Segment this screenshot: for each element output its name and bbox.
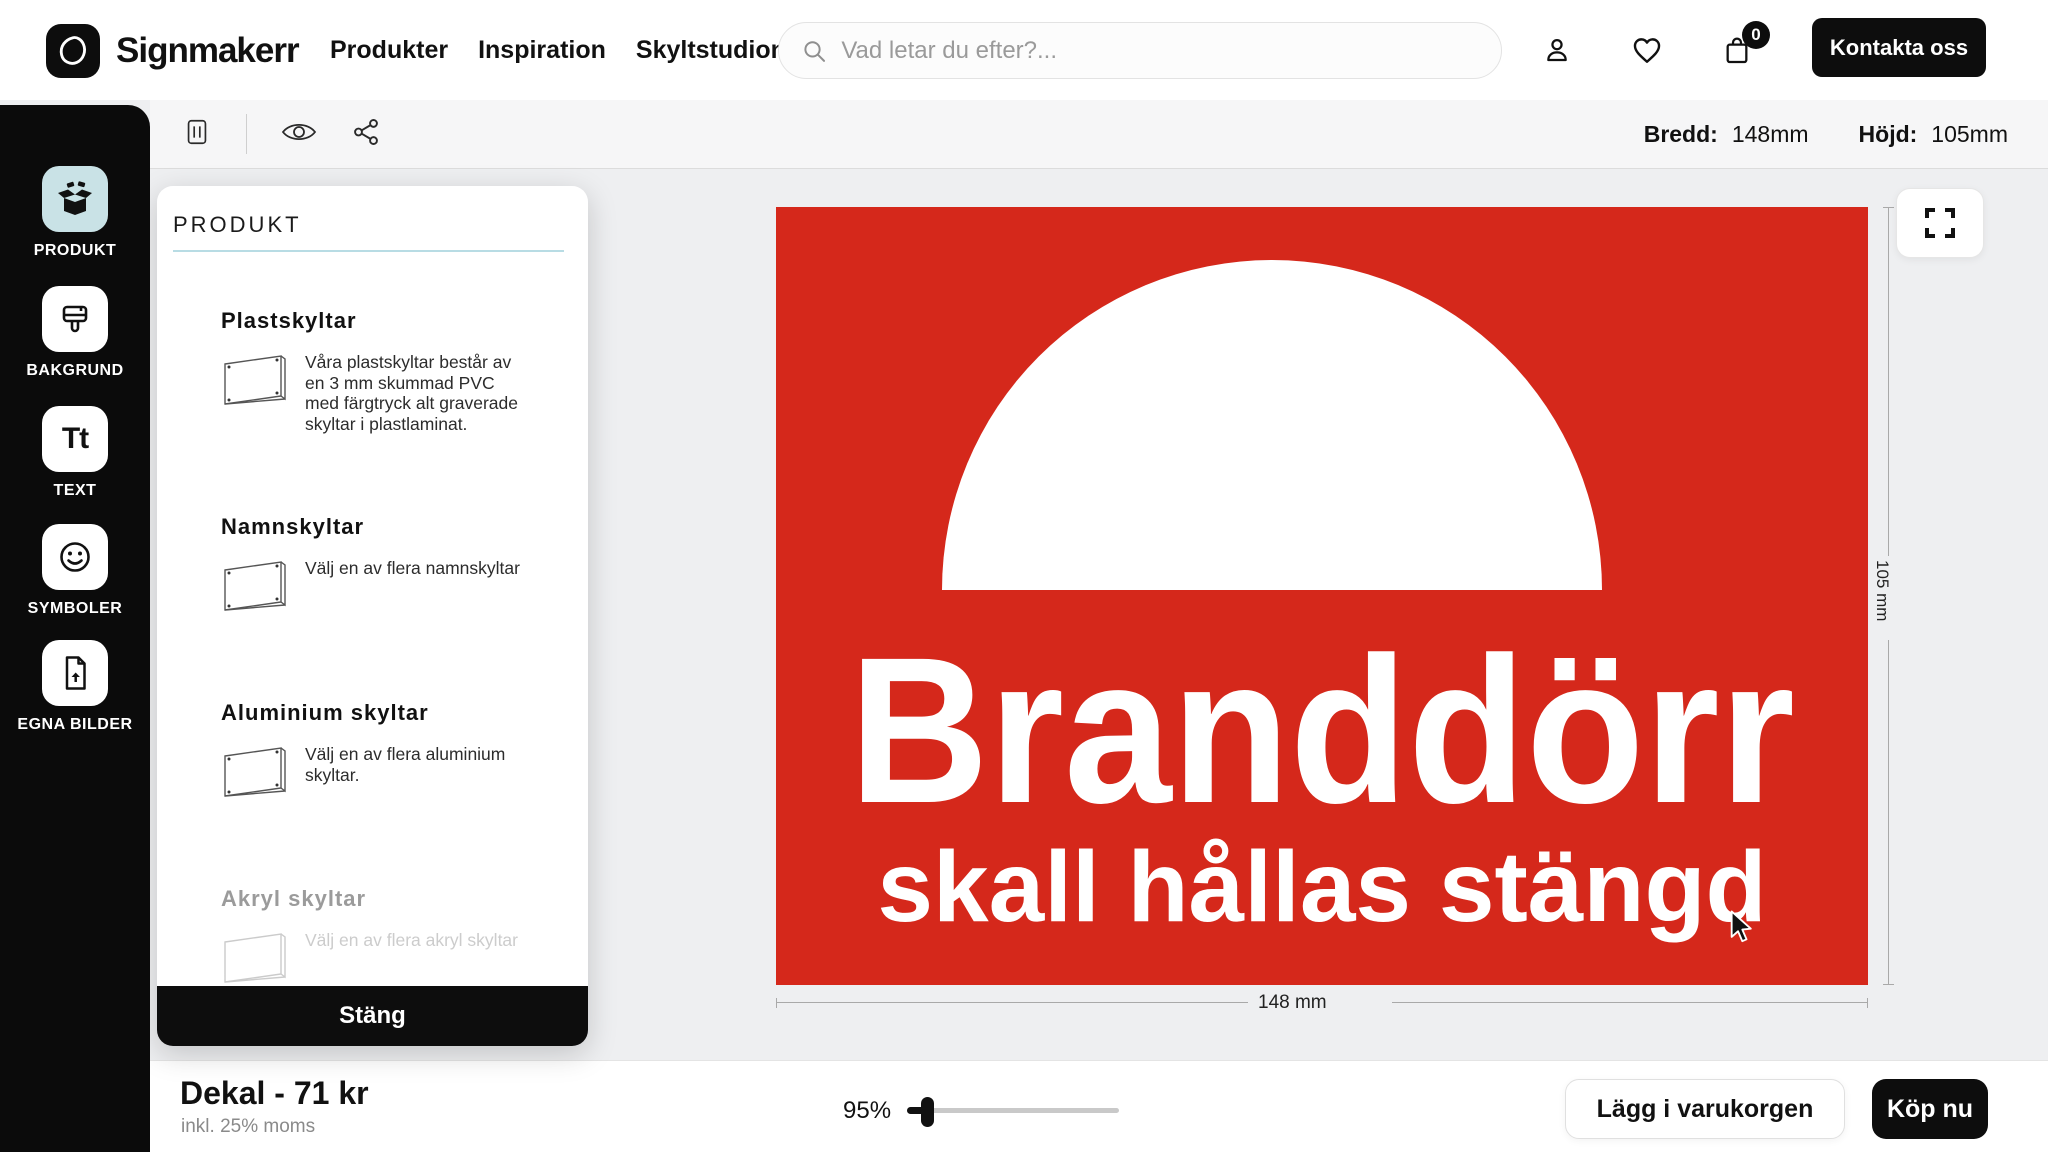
product-option-description: Våra plastskyltar består av en 3 mm skum… <box>305 352 527 434</box>
signmaker-editor: Signmakerr Produkter Inspiration Skyltst… <box>0 0 2048 1152</box>
nav-item-produkter[interactable]: Produkter <box>330 36 448 65</box>
dim-width-label: 148 mm <box>1258 992 1327 1014</box>
paintbrush-icon <box>55 299 95 339</box>
sign-text-line1[interactable]: Branddörr <box>814 627 1830 835</box>
bottom-bar: Dekal - 71 kr inkl. 25% moms 95% Lägg i … <box>0 1060 2048 1152</box>
canvas-toolbar: Bredd: 148mm Höjd: 105mm <box>150 100 2048 169</box>
dim-line-horizontal <box>777 1002 1248 1003</box>
fullscreen-button[interactable] <box>1896 188 1984 258</box>
product-panel-body: PRODUKT Plastskyltar Våra plastskyltar b… <box>157 186 588 986</box>
sign-thumbnail-icon <box>221 930 289 986</box>
product-option-description: Välj en av flera namnskyltar <box>305 558 527 579</box>
nav-item-inspiration[interactable]: Inspiration <box>478 36 606 65</box>
box-open-icon <box>55 179 95 219</box>
product-price-title: Dekal - 71 kr <box>180 1075 369 1112</box>
height-label: Höjd: <box>1859 121 1918 148</box>
width-value: 148mm <box>1732 121 1809 148</box>
vat-note: inkl. 25% moms <box>181 1116 315 1138</box>
zoom-percentage: 95% <box>843 1097 891 1125</box>
sidebar-item-symboler[interactable]: SYMBOLER <box>0 524 150 618</box>
account-button[interactable] <box>1540 33 1574 67</box>
product-option-name: Akryl skyltar <box>221 886 564 912</box>
logo-blob-icon <box>54 32 92 70</box>
cart-count-badge: 0 <box>1742 21 1770 49</box>
sign-thumbnail-icon <box>221 744 289 806</box>
width-label: Bredd: <box>1644 121 1718 148</box>
heart-icon <box>1630 33 1664 67</box>
dim-tick <box>776 998 777 1008</box>
sidebar-item-text[interactable]: Tt TEXT <box>0 406 150 500</box>
toolbar-divider <box>246 114 247 154</box>
sidebar-item-label: PRODUKT <box>34 242 117 260</box>
product-option-aluminium-skyltar[interactable]: Aluminium skyltar Välj en av flera alumi… <box>221 700 564 806</box>
text-icon: Tt <box>62 422 88 456</box>
sidebar-item-label: SYMBOLER <box>28 600 123 618</box>
product-option-namnskyltar[interactable]: Namnskyltar Välj en av flera namnskyltar <box>221 514 564 620</box>
favorites-button[interactable] <box>1630 33 1664 67</box>
search-input[interactable] <box>841 37 1479 65</box>
product-option-description: Välj en av flera aluminium skyltar. <box>305 744 527 785</box>
cursor-arrow-icon <box>1728 910 1758 944</box>
sidebar-item-egna-bilder[interactable]: EGNA BILDER <box>0 640 150 734</box>
size-readout: Bredd: 148mm Höjd: 105mm <box>1644 100 2008 168</box>
product-option-name: Namnskyltar <box>221 514 564 540</box>
logo-icon <box>46 24 100 78</box>
product-panel: PRODUKT Plastskyltar Våra plastskyltar b… <box>157 186 588 1046</box>
dim-tick <box>1867 998 1868 1008</box>
sidebar-item-bakgrund[interactable]: BAKGRUND <box>0 286 150 380</box>
sidebar-item-label: TEXT <box>54 482 97 500</box>
contact-button[interactable]: Kontakta oss <box>1812 18 1986 77</box>
dim-line-horizontal <box>1392 1002 1867 1003</box>
product-option-name: Plastskyltar <box>221 308 564 334</box>
mouse-cursor <box>1728 910 1758 949</box>
sign-text-line2[interactable]: skall hållas stängd <box>776 837 1868 937</box>
sidebar-item-produkt[interactable]: PRODUKT <box>0 166 150 260</box>
zoom-slider-track[interactable] <box>907 1108 1119 1113</box>
trash-icon <box>182 116 212 148</box>
share-button[interactable] <box>351 117 381 152</box>
share-icon <box>351 117 381 147</box>
panel-title-underline <box>173 250 564 252</box>
tool-sidebar: PRODUKT BAKGRUND Tt TEXT <box>0 105 150 1152</box>
header-icons: 0 <box>1540 0 1754 100</box>
dim-line-vertical <box>1888 640 1889 984</box>
panel-close-button[interactable]: Stäng <box>157 986 588 1046</box>
dim-tick <box>1883 984 1894 985</box>
product-option-description: Välj en av flera akryl skyltar <box>305 930 527 951</box>
sign-canvas[interactable]: Branddörr skall hållas stängd <box>776 207 1868 985</box>
search-bar[interactable] <box>778 22 1502 79</box>
smiley-icon <box>55 537 95 577</box>
nav-item-skyltstudion[interactable]: Skyltstudion <box>636 36 786 65</box>
zoom-slider-thumb[interactable] <box>921 1097 934 1127</box>
logo[interactable]: Signmakerr <box>46 24 299 78</box>
delete-button[interactable] <box>182 116 212 153</box>
main-nav: Produkter Inspiration Skyltstudion <box>330 0 786 100</box>
height-value: 105mm <box>1931 121 2008 148</box>
product-option-name: Aluminium skyltar <box>221 700 564 726</box>
top-header: Signmakerr Produkter Inspiration Skyltst… <box>0 0 2048 100</box>
sign-thumbnail-icon <box>221 558 289 620</box>
product-option-akryl-skyltar[interactable]: Akryl skyltar Välj en av flera akryl sky… <box>221 886 564 986</box>
dim-line-vertical <box>1888 208 1889 556</box>
logo-text: Signmakerr <box>116 31 299 71</box>
search-icon <box>801 37 827 65</box>
sidebar-item-label: EGNA BILDER <box>17 716 132 734</box>
file-upload-icon <box>55 653 95 693</box>
sign-semicircle-graphic[interactable] <box>942 260 1602 590</box>
sidebar-item-label: BAKGRUND <box>26 362 123 380</box>
preview-button[interactable] <box>281 119 317 150</box>
eye-icon <box>281 119 317 145</box>
sign-thumbnail-icon <box>221 352 289 414</box>
user-icon <box>1541 34 1573 66</box>
panel-title: PRODUKT <box>173 212 564 238</box>
fullscreen-icon <box>1923 206 1957 240</box>
dim-height-label: 105 mm <box>1872 560 1892 621</box>
product-option-plastskyltar[interactable]: Plastskyltar Våra plastskyltar består av… <box>221 308 564 434</box>
buy-now-button[interactable]: Köp nu <box>1872 1079 1988 1139</box>
cart-button[interactable]: 0 <box>1720 33 1754 67</box>
add-to-cart-button[interactable]: Lägg i varukorgen <box>1565 1079 1845 1139</box>
